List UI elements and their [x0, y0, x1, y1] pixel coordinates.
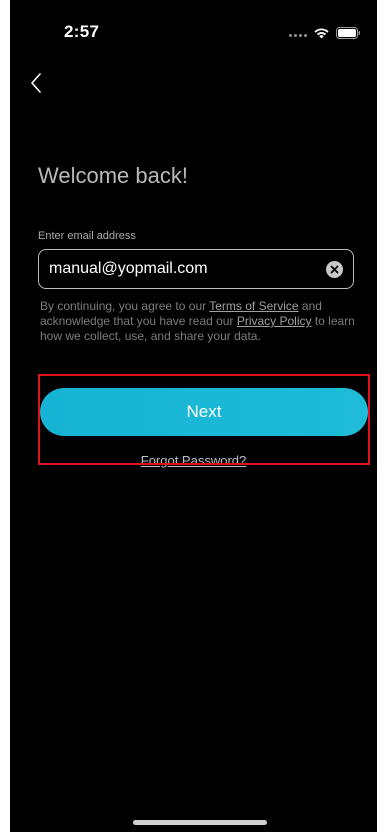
- email-input[interactable]: [49, 260, 309, 278]
- next-button[interactable]: Next: [40, 388, 368, 436]
- clear-email-button[interactable]: [326, 261, 343, 278]
- clear-x-circle-icon: [330, 265, 339, 274]
- back-button[interactable]: [24, 72, 48, 98]
- signal-dots-icon: [289, 33, 307, 37]
- battery-icon: [336, 26, 361, 44]
- privacy-policy-link[interactable]: Privacy Policy: [237, 314, 312, 328]
- legal-notice: By continuing, you agree to our Terms of…: [40, 299, 366, 344]
- status-bar: 2:57: [10, 0, 377, 60]
- forgot-password-link[interactable]: Forgot Password?: [10, 453, 377, 468]
- wifi-icon: [313, 26, 330, 44]
- app-screen: 2:57 Welcome back! Enter email address m…: [10, 0, 377, 832]
- email-field[interactable]: [38, 249, 354, 289]
- status-time: 2:57: [64, 22, 100, 41]
- status-icons: [289, 26, 361, 44]
- chevron-left-icon: [30, 72, 42, 98]
- legal-prefix: By continuing, you agree to our: [40, 299, 210, 313]
- home-indicator: [133, 820, 267, 825]
- page-title: Welcome back!: [38, 163, 188, 188]
- terms-of-service-link[interactable]: Terms of Service: [209, 299, 298, 313]
- email-label: Enter email address: [38, 230, 136, 242]
